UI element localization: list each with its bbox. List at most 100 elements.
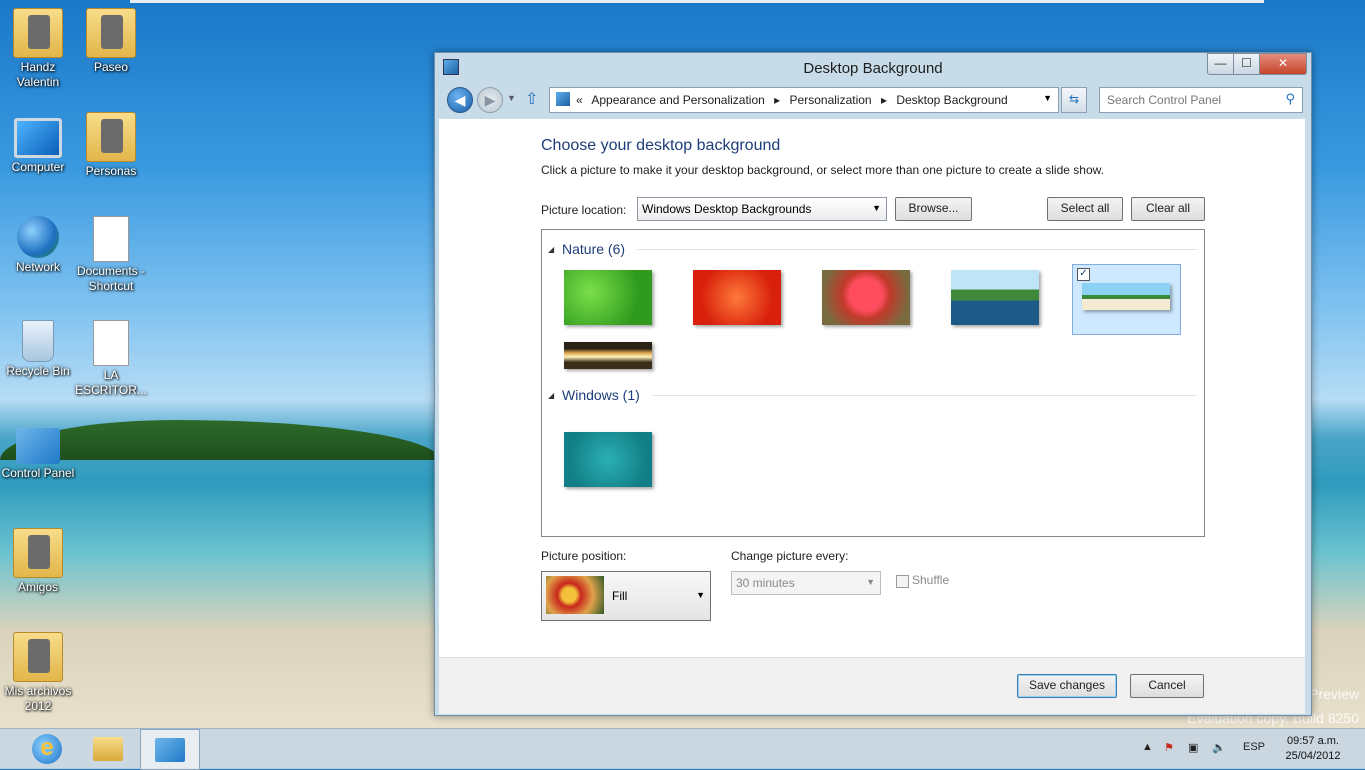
volume-icon[interactable]: 🔈 bbox=[1212, 741, 1226, 754]
system-clock[interactable]: 09:57 a.m. 25/04/2012 bbox=[1278, 734, 1348, 764]
desktop-icon-la-escritora[interactable]: LA ESCRITOR... bbox=[73, 320, 149, 398]
computer-icon bbox=[14, 118, 62, 158]
taskbar-internet-explorer[interactable]: e bbox=[18, 729, 76, 768]
group-divider bbox=[652, 395, 1197, 396]
desktop-icon-recycle-bin[interactable]: Recycle Bin bbox=[0, 320, 76, 379]
photo-folder-icon bbox=[86, 112, 136, 162]
page-title: Choose your desktop background bbox=[541, 137, 781, 154]
desktop-icon-amigos[interactable]: Amigos bbox=[0, 528, 76, 595]
thumbnail-clover[interactable] bbox=[564, 270, 652, 325]
thumbnail-checkbox[interactable]: ✓ bbox=[1077, 268, 1090, 281]
back-button[interactable]: ◀ bbox=[447, 87, 473, 113]
chevron-right-icon[interactable]: ▸ bbox=[881, 93, 887, 107]
desktop-icon-label: Computer bbox=[11, 160, 65, 174]
search-icon[interactable]: ⚲ bbox=[1285, 91, 1295, 107]
desktop-icon-label: Paseo bbox=[93, 60, 129, 74]
thumbnail-selected-frame[interactable]: ✓ bbox=[1072, 264, 1181, 335]
browse-button[interactable]: Browse... bbox=[895, 197, 972, 221]
recycle-bin-icon bbox=[22, 320, 54, 362]
clear-all-button[interactable]: Clear all bbox=[1131, 197, 1205, 221]
search-input[interactable]: Search Control Panel bbox=[1107, 93, 1221, 107]
chevron-down-icon: ▼ bbox=[872, 203, 881, 213]
thumbnail-sunset[interactable] bbox=[564, 342, 652, 369]
change-picture-label: Change picture every: bbox=[731, 549, 849, 563]
action-center-flag-icon[interactable]: ⚑ bbox=[1164, 741, 1174, 754]
breadcrumb-overflow[interactable]: « bbox=[576, 93, 583, 107]
folder-icon bbox=[13, 632, 63, 682]
recent-pages-dropdown[interactable]: ▼ bbox=[507, 93, 516, 103]
desktop-icon-control-panel[interactable]: Control Panel bbox=[0, 428, 76, 481]
breadcrumb-appearance[interactable]: Appearance and Personalization bbox=[591, 93, 764, 107]
desktop-icon-handz-valentin[interactable]: Handz Valentin bbox=[0, 8, 76, 90]
network-tray-icon[interactable]: ▣ bbox=[1188, 741, 1198, 754]
user-folder-icon bbox=[13, 8, 63, 58]
maximize-button[interactable]: ☐ bbox=[1233, 53, 1260, 75]
minimize-button[interactable]: — bbox=[1207, 53, 1234, 75]
desktop-icon-paseo[interactable]: Paseo bbox=[73, 8, 149, 75]
desktop-icon-network[interactable]: Network bbox=[0, 216, 76, 275]
watermark-preview: Preview bbox=[1309, 686, 1359, 702]
documents-shortcut-icon bbox=[93, 216, 129, 262]
picture-position-select[interactable]: Fill ▼ bbox=[541, 571, 711, 621]
address-dropdown-button[interactable]: ▼ bbox=[1043, 93, 1052, 103]
picture-gallery[interactable]: Nature (6) ✓ Windows (1) bbox=[541, 229, 1205, 537]
thumbnail-island[interactable] bbox=[951, 270, 1039, 325]
group-header-windows[interactable]: Windows (1) bbox=[548, 387, 640, 403]
refresh-button[interactable]: ⇆ bbox=[1061, 87, 1087, 113]
network-icon bbox=[17, 216, 59, 258]
main-content: Choose your desktop background Click a p… bbox=[439, 119, 1305, 657]
desktop-icon-computer[interactable]: Computer bbox=[0, 112, 76, 175]
thumbnail-betta-fish[interactable] bbox=[564, 432, 652, 487]
thumbnail-red-leaves[interactable] bbox=[693, 270, 781, 325]
top-window-edge bbox=[130, 0, 1264, 3]
picture-location-label: Picture location: bbox=[541, 203, 627, 217]
desktop-background-window: Desktop Background — ☐ ✕ ◀ ▶ ▼ ⇧ « Appea… bbox=[434, 52, 1312, 716]
taskbar-file-explorer[interactable] bbox=[79, 729, 137, 768]
taskbar-control-panel[interactable] bbox=[140, 729, 200, 770]
picture-position-value: Fill bbox=[612, 589, 628, 603]
desktop-icon-documents-shortcut[interactable]: Documents - Shortcut bbox=[73, 216, 149, 294]
cancel-button[interactable]: Cancel bbox=[1130, 674, 1204, 698]
document-icon bbox=[93, 320, 129, 366]
shuffle-checkbox[interactable] bbox=[896, 575, 909, 588]
desktop-icon-label: Mis archivos 2012 bbox=[4, 684, 72, 713]
control-panel-icon bbox=[155, 738, 185, 762]
control-panel-location-icon bbox=[556, 92, 570, 106]
breadcrumb-desktop-background[interactable]: Desktop Background bbox=[896, 93, 1007, 107]
show-hidden-icons-button[interactable]: ▲ bbox=[1142, 741, 1153, 753]
search-box[interactable]: Search Control Panel ⚲ bbox=[1099, 87, 1303, 113]
thumbnail-beach[interactable] bbox=[1082, 283, 1170, 310]
up-button[interactable]: ⇧ bbox=[525, 89, 538, 109]
breadcrumb: « Appearance and Personalization ▸ Perso… bbox=[576, 93, 1014, 107]
save-changes-button[interactable]: Save changes bbox=[1017, 674, 1117, 698]
group-divider bbox=[637, 249, 1197, 250]
desktop-icon-label: Recycle Bin bbox=[6, 364, 70, 378]
address-bar[interactable]: « Appearance and Personalization ▸ Perso… bbox=[549, 87, 1059, 113]
chevron-right-icon[interactable]: ▸ bbox=[774, 93, 780, 107]
dialog-footer: Save changes Cancel bbox=[439, 657, 1305, 714]
file-explorer-icon bbox=[93, 737, 123, 761]
photo-folder-icon bbox=[13, 528, 63, 578]
desktop-icon-personas[interactable]: Personas bbox=[73, 112, 149, 179]
desktop-icon-mis-archivos[interactable]: Mis archivos 2012 bbox=[0, 632, 76, 714]
breadcrumb-personalization[interactable]: Personalization bbox=[790, 93, 872, 107]
desktop-icon-label: Personas bbox=[85, 164, 137, 178]
forward-button[interactable]: ▶ bbox=[477, 87, 503, 113]
select-all-button[interactable]: Select all bbox=[1047, 197, 1123, 221]
shuffle-label: Shuffle bbox=[912, 573, 950, 587]
navigation-bar: ◀ ▶ ▼ ⇧ « Appearance and Personalization… bbox=[435, 87, 1311, 115]
close-button[interactable]: ✕ bbox=[1259, 53, 1307, 75]
change-picture-interval-select[interactable]: 30 minutes ▼ bbox=[731, 571, 881, 595]
picture-position-label: Picture position: bbox=[541, 549, 627, 563]
picture-location-value: Windows Desktop Backgrounds bbox=[642, 202, 812, 216]
desktop-icon-label: Handz Valentin bbox=[16, 60, 60, 89]
arrow-right-icon: ▶ bbox=[484, 92, 496, 108]
language-indicator[interactable]: ESP bbox=[1243, 741, 1265, 753]
clock-time: 09:57 a.m. bbox=[1287, 735, 1339, 747]
picture-location-select[interactable]: Windows Desktop Backgrounds ▼ bbox=[637, 197, 887, 221]
thumbnail-pink-flower[interactable] bbox=[822, 270, 910, 325]
desktop-icon-label: Documents - Shortcut bbox=[76, 264, 146, 293]
title-bar[interactable]: Desktop Background — ☐ ✕ bbox=[435, 53, 1311, 83]
group-header-nature[interactable]: Nature (6) bbox=[548, 241, 625, 257]
change-picture-interval-value: 30 minutes bbox=[736, 576, 795, 590]
